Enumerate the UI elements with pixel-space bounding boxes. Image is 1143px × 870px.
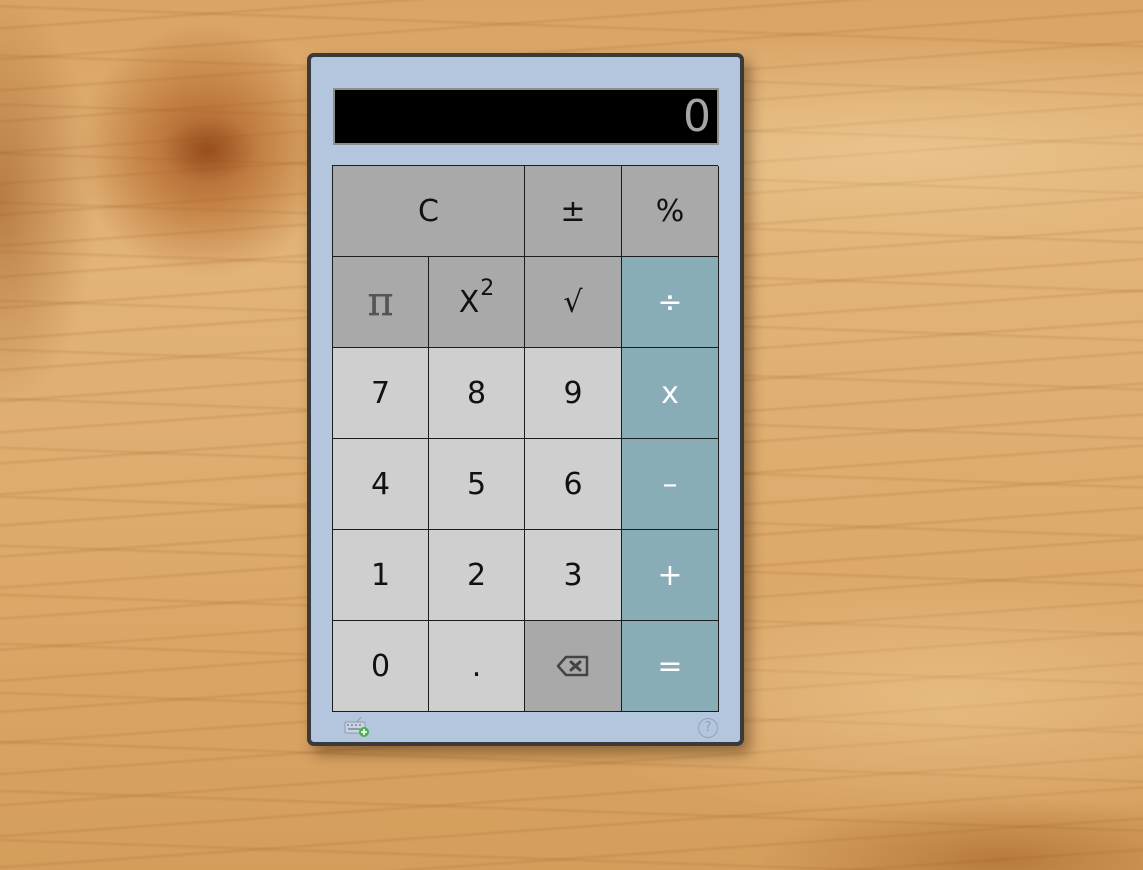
digit-7-button[interactable]: 7 xyxy=(333,348,429,439)
divide-button[interactable]: ÷ xyxy=(622,257,719,348)
subtract-button[interactable]: – xyxy=(622,439,719,530)
multiply-button[interactable]: x xyxy=(622,348,719,439)
backspace-icon xyxy=(556,655,589,677)
result-display: 0 xyxy=(333,88,719,145)
equals-button[interactable]: = xyxy=(622,621,719,712)
digit-3-button[interactable]: 3 xyxy=(525,530,622,621)
square-exponent-label: 2 xyxy=(480,275,495,301)
digit-9-button[interactable]: 9 xyxy=(525,348,622,439)
plus-minus-button[interactable]: ± xyxy=(525,166,622,257)
square-root-button[interactable]: √ xyxy=(525,257,622,348)
percent-button[interactable]: % xyxy=(622,166,719,257)
digit-2-button[interactable]: 2 xyxy=(429,530,525,621)
digit-8-button[interactable]: 8 xyxy=(429,348,525,439)
help-button[interactable]: ? xyxy=(698,718,718,738)
keyboard-add-icon[interactable] xyxy=(344,716,370,738)
square-button[interactable]: X2 xyxy=(429,257,525,348)
digit-0-button[interactable]: 0 xyxy=(333,621,429,712)
square-base-label: X xyxy=(458,284,480,320)
add-button[interactable]: + xyxy=(622,530,719,621)
digit-4-button[interactable]: 4 xyxy=(333,439,429,530)
digit-5-button[interactable]: 5 xyxy=(429,439,525,530)
calculator-gadget: 0 C ± % π X2 √ ÷ 7 8 9 x 4 5 6 – 1 2 3 +… xyxy=(307,53,744,746)
keypad: C ± % π X2 √ ÷ 7 8 9 x 4 5 6 – 1 2 3 + 0… xyxy=(332,165,719,712)
clear-button[interactable]: C xyxy=(333,166,525,257)
decimal-point-button[interactable]: . xyxy=(429,621,525,712)
backspace-button[interactable] xyxy=(525,621,622,712)
pi-button[interactable]: π xyxy=(333,257,429,348)
digit-1-button[interactable]: 1 xyxy=(333,530,429,621)
digit-6-button[interactable]: 6 xyxy=(525,439,622,530)
